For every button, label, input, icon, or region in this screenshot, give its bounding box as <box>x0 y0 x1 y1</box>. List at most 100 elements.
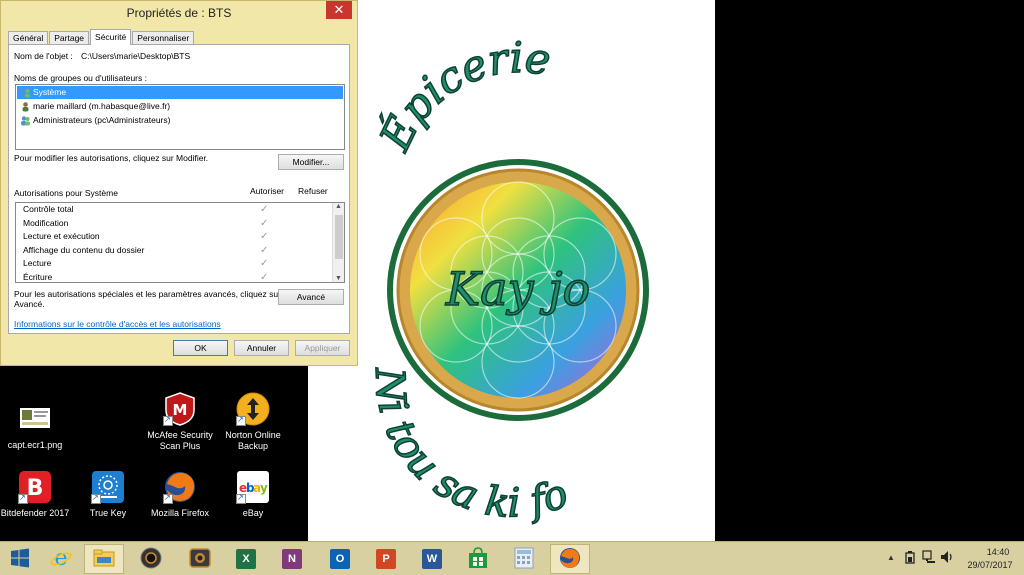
windows-start-icon <box>10 548 30 570</box>
scrollbar-thumb[interactable] <box>335 215 343 259</box>
modify-hint: Pour modifier les autorisations, cliquez… <box>14 153 209 163</box>
table-row: Contrôle total ✓ <box>16 203 344 217</box>
check-icon: ✓ <box>260 217 269 229</box>
network-icon[interactable] <box>922 550 936 566</box>
desktop-icon-ebay[interactable]: ebay eBay <box>214 470 292 519</box>
apply-button[interactable]: Appliquer <box>295 340 350 356</box>
ebay-icon: ebay <box>236 470 270 504</box>
power-icon[interactable] <box>904 550 916 566</box>
shortcut-arrow-icon <box>236 492 246 504</box>
outlook-icon: O <box>330 549 350 569</box>
permission-label: Lecture et exécution <box>23 231 100 241</box>
volume-icon[interactable] <box>940 550 954 566</box>
svg-text:e: e <box>54 547 67 569</box>
close-button[interactable]: ✕ <box>326 1 352 19</box>
clock-date[interactable]: 29/07/2017 <box>960 560 1020 570</box>
scroll-up-icon[interactable]: ▲ <box>335 203 342 210</box>
desktop-icon-capt-ecr1[interactable]: capt.ecr1.png <box>0 402 74 451</box>
desktop-icon-norton-backup[interactable]: Norton Online Backup <box>214 392 292 452</box>
table-row: Écriture ✓ <box>16 271 344 283</box>
table-row: Lecture et exécution ✓ <box>16 230 344 244</box>
shortcut-arrow-icon <box>163 492 173 504</box>
taskbar-store[interactable] <box>458 544 498 574</box>
desktop-icon-label: Bitdefender 2017 <box>0 508 70 518</box>
show-hidden-icons[interactable]: ▲ <box>887 553 895 562</box>
desktop-icon-label: Norton Online Backup <box>225 430 281 451</box>
desktop-area-right <box>715 0 1024 541</box>
user-name: Système <box>33 87 67 97</box>
word-icon: W <box>422 549 442 569</box>
taskbar-onenote[interactable]: N <box>272 544 312 574</box>
tab-sharing[interactable]: Partage <box>49 31 90 45</box>
media-player-icon <box>140 547 162 571</box>
svg-text:y: y <box>260 481 268 495</box>
permissions-list[interactable]: Contrôle total ✓ Modification ✓ Lecture et… <box>15 202 345 283</box>
permissions-scrollbar[interactable]: ▲ ▼ <box>332 203 344 282</box>
user-name: marie maillard (m.habasque@live.fr) <box>33 101 171 111</box>
firefox-icon <box>559 547 581 571</box>
taskbar-media-player[interactable] <box>131 544 171 574</box>
svg-text:M: M <box>173 401 188 419</box>
wallpaper-center-text: Kay jo <box>445 262 590 316</box>
camera-app-icon <box>189 547 211 571</box>
users-list[interactable]: Système marie maillard (m.habasque@live.… <box>15 84 345 150</box>
shortcut-arrow-icon <box>18 492 28 504</box>
dialog-title: Propriétés de : BTS <box>126 6 232 20</box>
scroll-down-icon[interactable]: ▼ <box>335 275 342 282</box>
mcafee-icon: M <box>163 392 197 426</box>
taskbar-firefox[interactable] <box>550 544 590 574</box>
desktop-icon-true-key[interactable]: True Key <box>69 470 147 519</box>
taskbar-excel[interactable]: X <box>226 544 266 574</box>
list-item-user[interactable]: Administrateurs (pc\Administrateurs) <box>17 114 343 127</box>
close-icon: ✕ <box>333 2 345 17</box>
permission-label: Affichage du contenu du dossier <box>23 244 145 255</box>
shortcut-arrow-icon <box>236 414 246 426</box>
check-icon: ✓ <box>260 244 269 256</box>
desktop-icon-label: True Key <box>89 508 127 518</box>
taskbar-word[interactable]: W <box>412 544 452 574</box>
taskbar-outlook[interactable]: O <box>320 544 360 574</box>
file-explorer-icon <box>93 548 115 570</box>
table-row: Affichage du contenu du dossier ✓ <box>16 244 344 258</box>
cancel-button[interactable]: Annuler <box>234 340 289 356</box>
clock-time[interactable]: 14:40 <box>978 547 1018 557</box>
security-panel: Nom de l'objet : C:\Users\marie\Desktop\… <box>8 44 350 334</box>
list-item-user[interactable]: Système <box>17 86 343 99</box>
check-icon: ✓ <box>260 204 269 215</box>
wallpaper-title-top: Épicerie <box>369 33 554 159</box>
desktop-icon-firefox[interactable]: Mozilla Firefox <box>141 470 219 519</box>
powerpoint-icon: P <box>376 549 396 569</box>
permission-label: Lecture <box>23 258 52 268</box>
desktop-icon-mcafee[interactable]: M McAfee Security Scan Plus <box>141 392 219 452</box>
advanced-button[interactable]: Avancé <box>278 289 344 305</box>
taskbar-internet-explorer[interactable]: e <box>41 544 81 574</box>
start-button[interactable] <box>0 544 40 574</box>
true-key-icon <box>91 470 125 504</box>
shortcut-arrow-icon <box>163 414 173 426</box>
table-row: Modification ✓ <box>16 217 344 231</box>
taskbar-file-explorer[interactable] <box>84 544 124 574</box>
tab-customize[interactable]: Personnaliser <box>132 31 195 45</box>
check-icon: ✓ <box>260 258 269 269</box>
user-icon <box>20 101 31 112</box>
dialog-titlebar[interactable]: Propriétés de : BTS ✕ <box>1 1 357 25</box>
desktop-icon-bitdefender[interactable]: B Bitdefender 2017 <box>0 470 74 519</box>
list-item-user[interactable]: marie maillard (m.habasque@live.fr) <box>17 100 343 113</box>
ok-button[interactable]: OK <box>173 340 228 356</box>
allow-header: Autoriser <box>250 186 285 196</box>
norton-backup-icon <box>236 392 270 426</box>
svg-text:B: B <box>27 476 44 501</box>
modify-button[interactable]: Modifier... <box>278 154 344 170</box>
tab-general[interactable]: Général <box>8 31 49 45</box>
taskbar-camera-app[interactable] <box>180 544 220 574</box>
excel-icon: X <box>236 549 256 569</box>
taskbar-powerpoint[interactable]: P <box>366 544 406 574</box>
calculator-icon <box>514 547 534 571</box>
tab-strip: Général Partage Sécurité Personnaliser <box>8 29 195 45</box>
access-control-info-link[interactable]: Informations sur le contrôle d'accès et … <box>14 319 221 329</box>
tab-security[interactable]: Sécurité <box>90 29 132 45</box>
taskbar-calculator[interactable] <box>504 544 544 574</box>
shortcut-arrow-icon <box>91 492 101 504</box>
internet-explorer-icon: e <box>50 546 72 571</box>
desktop-icon-label: McAfee Security Scan Plus <box>147 430 213 451</box>
